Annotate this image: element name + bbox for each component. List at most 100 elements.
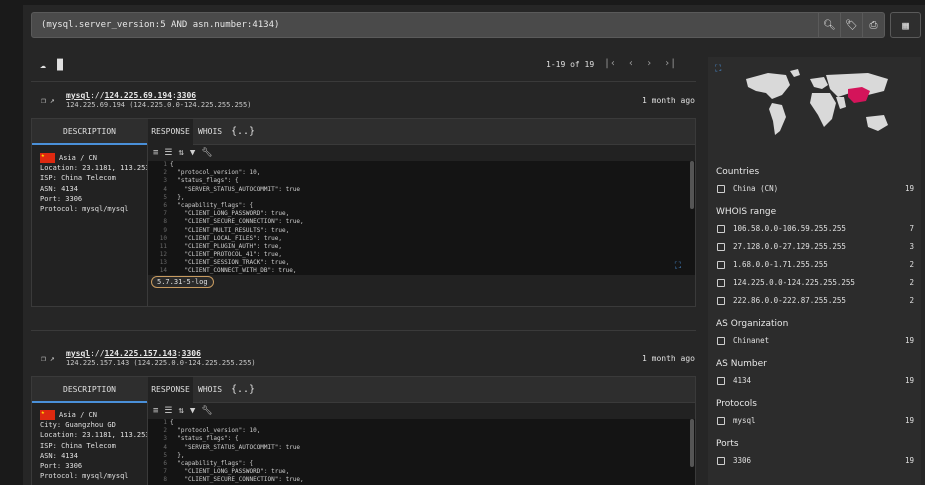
facet-checkbox[interactable]	[717, 260, 725, 269]
report-icon[interactable]: ⎙	[862, 13, 884, 37]
code-text: "CLIENT_SESSION_TRACK": true,	[170, 259, 290, 267]
description-pane: Asia / CN Location: 23.1181, 113.2539 IS…	[40, 151, 154, 214]
copy-icon[interactable]: ❐	[41, 354, 46, 363]
response-code[interactable]: 1{2 "protocol_version": 10, 3 "status_fla…	[148, 419, 695, 485]
search-input[interactable]: (mysql.server_version:5 AND asn.number:4…	[41, 20, 279, 30]
facet-label: mysql	[733, 416, 756, 425]
divider	[31, 330, 696, 331]
map-africa	[810, 93, 836, 127]
copy-icon[interactable]: ❐	[41, 96, 46, 105]
tab-description[interactable]: DESCRIPTION	[32, 377, 147, 403]
wrench-icon[interactable]: 🔧︎	[201, 148, 212, 158]
line-number: 14	[159, 267, 167, 275]
tab-response[interactable]: RESPONSE	[148, 119, 193, 146]
prev-page-icon[interactable]: ‹	[628, 58, 634, 69]
result-age: 1 month ago	[642, 96, 695, 105]
facet-item[interactable]: 27.128.0.0-27.129.255.255 3	[717, 242, 914, 251]
tab-whois[interactable]: WHOIS	[198, 377, 222, 403]
code-text: "CLIENT_LOCAL_FILES": true,	[170, 234, 282, 242]
filter-icon[interactable]: ▼	[190, 148, 195, 158]
expand-map-icon[interactable]: ⛶	[715, 64, 721, 74]
facet-checkbox[interactable]	[717, 184, 725, 193]
facet-item[interactable]: 3306 19	[717, 456, 914, 465]
scrollbar[interactable]	[690, 419, 694, 467]
tab-response[interactable]: RESPONSE	[148, 377, 193, 404]
code-text: "CLIENT_PROTOCOL_41": true,	[170, 251, 282, 259]
facet-checkbox[interactable]	[717, 376, 725, 385]
map-australia	[866, 115, 888, 131]
code-line: 4 "SERVER_STATUS_AUTOCOMMIT": true	[148, 186, 695, 194]
chart-icon[interactable]: ▐▌	[54, 60, 66, 71]
code-text: {	[170, 161, 174, 168]
facet-title: AS Number	[716, 359, 767, 369]
sort-icon[interactable]: ☰	[164, 148, 172, 158]
facet-count: 19	[904, 456, 914, 465]
tab-json[interactable]: {..}	[231, 119, 255, 145]
code-text: },	[170, 193, 185, 201]
facet-count: 2	[909, 278, 914, 287]
code-line: 9 "CLIENT_MULTI_RESULTS": true,	[148, 227, 695, 235]
world-map[interactable]	[738, 65, 908, 145]
code-line: 11 "CLIENT_PLUGIN_AUTH": true,	[148, 243, 695, 251]
sort-keys-icon[interactable]: ⇅	[179, 406, 184, 416]
last-page-icon[interactable]: ›|	[664, 58, 676, 69]
facet-item[interactable]: 124.225.0.0-124.225.255.255 2	[717, 278, 914, 287]
description-pane: Asia / CN City: Guangzhou GD Location: 2…	[40, 408, 154, 481]
code-line: 3 "status_flags": {	[148, 435, 695, 443]
line-number: 3	[163, 177, 167, 185]
facet-checkbox[interactable]	[717, 296, 725, 305]
line-number: 5	[163, 193, 167, 201]
format-icon[interactable]: ≡	[153, 406, 158, 416]
result-host[interactable]: mysql://124.225.69.194:3306 124.225.69.1…	[66, 91, 251, 109]
tab-whois[interactable]: WHOIS	[198, 119, 222, 145]
wrench-icon[interactable]: 🔧︎	[201, 406, 212, 416]
first-page-icon[interactable]: |‹	[604, 58, 616, 69]
calendar-icon[interactable]: ▦	[890, 12, 921, 38]
result-subline: 124.225.157.143 (124.225.0.0-124.225.255…	[66, 359, 256, 367]
facet-checkbox[interactable]	[717, 416, 725, 425]
next-page-icon[interactable]: ›	[646, 58, 652, 69]
code-text: "protocol_version": 10,	[170, 427, 261, 435]
tab-description[interactable]: DESCRIPTION	[32, 119, 147, 145]
format-icon[interactable]: ≡	[153, 148, 158, 158]
code-line: 12 "CLIENT_PROTOCOL_41": true,	[148, 251, 695, 259]
line-number: 4	[163, 185, 167, 193]
facet-label: 3306	[733, 456, 752, 465]
facet-item[interactable]: China (CN) 19	[717, 184, 914, 193]
tab-json[interactable]: {..}	[231, 377, 255, 403]
code-line: 5 },	[148, 194, 695, 202]
facet-item[interactable]: mysql 19	[717, 416, 914, 425]
facet-checkbox[interactable]	[717, 456, 725, 465]
facet-item[interactable]: 222.86.0.0-222.87.255.255 2	[717, 296, 914, 305]
result-host[interactable]: mysql://124.225.157.143:3306 124.225.157…	[66, 349, 256, 367]
scrollbar[interactable]	[690, 161, 694, 209]
facet-item[interactable]: 1.68.0.0-1.71.255.255 2	[717, 260, 914, 269]
sort-icon[interactable]: ☰	[164, 406, 172, 416]
code-text: "SERVER_STATUS_AUTOCOMMIT": true	[170, 185, 301, 193]
search-icon[interactable]: 🔍︎	[818, 13, 840, 37]
download-icon[interactable]: ☁	[40, 60, 46, 71]
open-external-icon[interactable]: ↗	[50, 354, 55, 363]
facet-checkbox[interactable]	[717, 336, 725, 345]
search-bar[interactable]: (mysql.server_version:5 AND asn.number:4…	[31, 12, 885, 38]
expand-icon[interactable]: ⛶	[675, 261, 681, 271]
tag-icon[interactable]: 🏷︎	[840, 13, 862, 37]
line-number: 1	[163, 161, 167, 168]
facet-item[interactable]: Chinanet 19	[717, 336, 914, 345]
result-card: DESCRIPTION RESPONSE WHOIS {..} Asia / C…	[31, 118, 696, 307]
code-line: 1{	[148, 161, 695, 169]
code-line: 7 "CLIENT_LONG_PASSWORD": true,	[148, 210, 695, 218]
response-code[interactable]: ⛶ 1{2 "protocol_version": 10, 3 "status_f…	[148, 161, 695, 275]
facet-item[interactable]: 106.58.0.0-106.59.255.255 7	[717, 224, 914, 233]
facet-checkbox[interactable]	[717, 278, 725, 287]
response-pane: ≡ ☰ ⇅ ▼ 🔧︎ 1{2 "protocol_version": 10, 3 …	[147, 403, 695, 485]
facet-checkbox[interactable]	[717, 242, 725, 251]
filter-icon[interactable]: ▼	[190, 406, 195, 416]
facet-item[interactable]: 4134 19	[717, 376, 914, 385]
sort-keys-icon[interactable]: ⇅	[179, 148, 184, 158]
facet-title: WHOIS range	[716, 207, 777, 217]
line-number: 8	[163, 476, 167, 484]
facet-checkbox[interactable]	[717, 224, 725, 233]
open-external-icon[interactable]: ↗	[50, 96, 55, 105]
facet-count: 7	[909, 224, 914, 233]
